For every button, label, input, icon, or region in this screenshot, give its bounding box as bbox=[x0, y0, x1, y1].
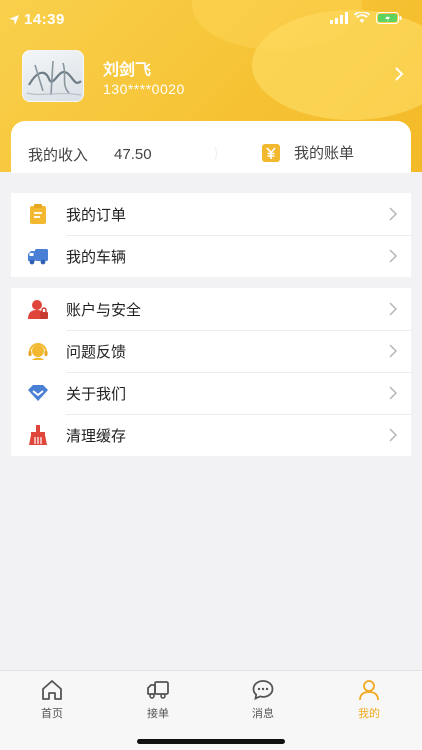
menu-group-orders: 我的订单 我的车辆 bbox=[11, 193, 411, 277]
chevron-right-icon bbox=[389, 428, 397, 442]
divider bbox=[215, 147, 217, 161]
tab-orders[interactable]: 接单 bbox=[128, 679, 188, 721]
avatar[interactable] bbox=[22, 50, 84, 102]
menu-label: 我的订单 bbox=[66, 206, 127, 224]
battery-icon bbox=[376, 12, 402, 24]
tab-messages[interactable]: 消息 bbox=[233, 679, 293, 721]
menu-item-my-orders[interactable]: 我的订单 bbox=[11, 193, 411, 235]
chat-icon bbox=[252, 680, 274, 701]
diamond-icon bbox=[28, 385, 48, 401]
chevron-right-icon bbox=[389, 302, 397, 316]
income-value: 47.50 bbox=[114, 146, 152, 163]
bill-label: 我的账单 bbox=[294, 145, 355, 162]
income-section[interactable]: 我的收入 47.50 bbox=[28, 144, 152, 165]
headset-icon bbox=[28, 343, 48, 360]
tab-home[interactable]: 首页 bbox=[22, 679, 82, 721]
chevron-right-icon bbox=[389, 344, 397, 358]
menu-label: 我的车辆 bbox=[66, 248, 127, 266]
chevron-right-icon[interactable] bbox=[394, 66, 404, 82]
user-phone: 130****0020 bbox=[103, 81, 185, 97]
chevron-right-icon bbox=[389, 207, 397, 221]
menu-item-clear-cache[interactable]: 清理缓存 bbox=[11, 414, 411, 456]
calligraphy-avatar-image bbox=[26, 60, 82, 96]
income-label: 我的收入 bbox=[28, 147, 89, 164]
tab-label: 消息 bbox=[252, 708, 274, 720]
status-icons bbox=[9, 12, 402, 25]
income-card: 我的收入 47.50 我的账单 bbox=[0, 121, 422, 193]
my-bill-button[interactable]: 我的账单 bbox=[261, 142, 354, 163]
status-bar: 14:39 bbox=[0, 0, 422, 40]
broom-icon bbox=[29, 425, 47, 445]
signal-icon bbox=[330, 12, 348, 24]
menu-label: 清理缓存 bbox=[66, 427, 127, 445]
clipboard-icon bbox=[30, 204, 46, 224]
status-time: 14:39 bbox=[24, 11, 65, 28]
home-icon bbox=[42, 680, 62, 700]
wifi-icon bbox=[354, 12, 370, 23]
menu-label: 关于我们 bbox=[66, 385, 127, 403]
bottom-tab-bar: 首页 接单 消息 我的 bbox=[0, 670, 422, 750]
menu-item-about-us[interactable]: 关于我们 bbox=[11, 372, 411, 414]
menu-group-settings: 账户与安全 问题反馈 关于我们 清理缓存 bbox=[11, 288, 411, 456]
home-indicator bbox=[137, 739, 285, 744]
menu-item-feedback[interactable]: 问题反馈 bbox=[11, 330, 411, 372]
location-arrow-icon bbox=[9, 15, 19, 25]
user-name: 刘剑飞 bbox=[103, 62, 152, 79]
bill-icon bbox=[262, 143, 280, 162]
tab-mine[interactable]: 我的 bbox=[339, 679, 399, 721]
menu-label: 问题反馈 bbox=[66, 343, 127, 361]
user-lock-icon bbox=[28, 300, 48, 319]
menu-label: 账户与安全 bbox=[66, 301, 142, 319]
truck-icon bbox=[28, 249, 48, 265]
truck-outline-icon bbox=[147, 681, 169, 699]
person-icon bbox=[359, 680, 379, 701]
tab-label: 我的 bbox=[358, 708, 380, 720]
chevron-right-icon bbox=[389, 249, 397, 263]
menu-item-account-security[interactable]: 账户与安全 bbox=[11, 288, 411, 330]
tab-label: 接单 bbox=[147, 708, 169, 720]
tab-label: 首页 bbox=[41, 708, 63, 720]
menu-item-my-vehicles[interactable]: 我的车辆 bbox=[11, 235, 411, 277]
chevron-right-icon bbox=[389, 386, 397, 400]
